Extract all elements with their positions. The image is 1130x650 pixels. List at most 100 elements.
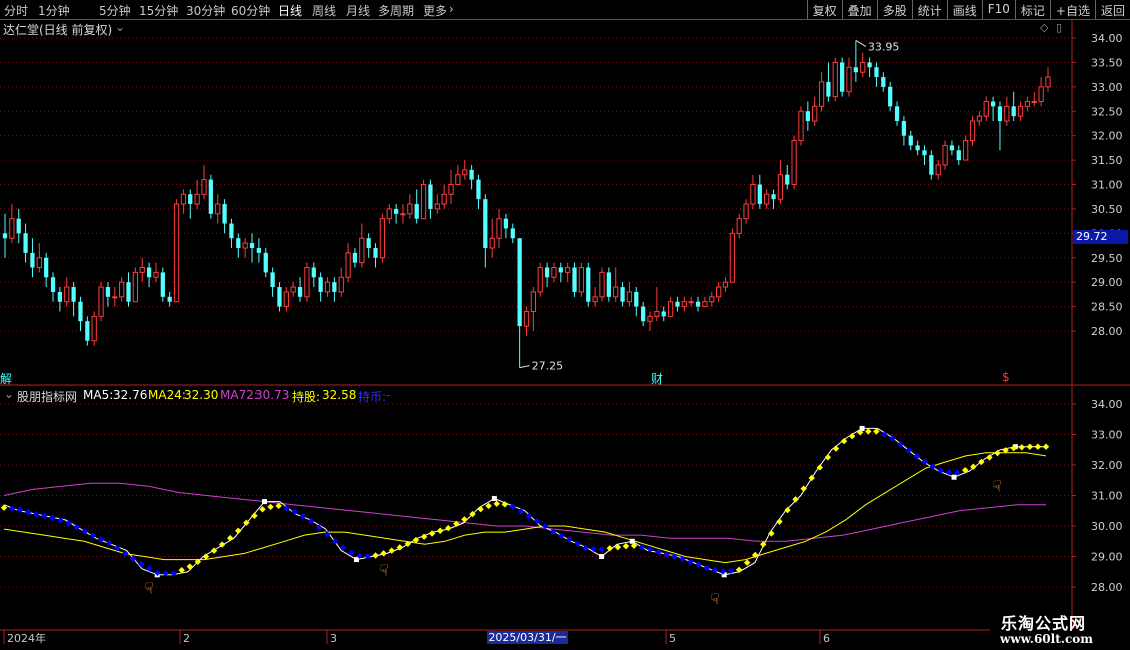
candle	[681, 296, 687, 312]
tab-15min[interactable]: 15分钟	[139, 2, 178, 19]
candle	[832, 57, 838, 102]
tab-weekly[interactable]: 周线	[312, 2, 336, 19]
sub-y-tick-label: 34.00	[1091, 398, 1123, 411]
candle	[249, 233, 255, 263]
tab-1min[interactable]: 1分钟	[38, 2, 70, 19]
candle-body	[366, 238, 371, 248]
unlock-marker[interactable]: 解	[0, 370, 12, 387]
candle-body	[785, 174, 790, 185]
ma5-pivot-marker	[262, 499, 267, 505]
back-button[interactable]: 返回	[1094, 0, 1130, 19]
signal-dot	[808, 474, 815, 482]
signal-dot	[695, 561, 702, 568]
mark-button[interactable]: 标记	[1014, 0, 1050, 19]
candle	[606, 267, 611, 302]
signal-dot	[49, 514, 56, 521]
candle-body	[661, 311, 666, 317]
candle	[874, 62, 879, 87]
dividend-marker[interactable]: $	[1002, 370, 1010, 384]
tab-daily[interactable]: 日线	[278, 2, 302, 19]
more-arrow-icon[interactable]: ›	[449, 2, 454, 16]
candle-body	[414, 204, 419, 219]
candle-body	[1017, 105, 1024, 117]
candle-body	[441, 193, 447, 205]
tab-more[interactable]: 更多	[423, 2, 447, 19]
candle-body	[126, 282, 131, 302]
candle	[455, 164, 461, 186]
buy-hand-icon[interactable]: ☞	[140, 581, 158, 594]
main-y-tick-label: 34.00	[1091, 32, 1123, 45]
buy-hand-icon[interactable]: ☞	[375, 563, 393, 576]
chevron-down-icon[interactable]: ⌄	[115, 20, 125, 34]
signal-dot	[477, 505, 484, 513]
candle-body	[613, 286, 619, 298]
multi-stock-button[interactable]: 多股	[876, 0, 912, 19]
candle	[661, 306, 666, 322]
signal-dot	[251, 512, 258, 519]
sub-y-tick-label: 30.00	[1091, 520, 1123, 533]
add-watchlist-button[interactable]: +自选	[1049, 0, 1095, 19]
tab-5min[interactable]: 5分钟	[99, 2, 131, 19]
candle-body	[386, 208, 392, 220]
signal-dot	[994, 449, 1001, 457]
candle	[586, 262, 591, 307]
sub-y-tick-label: 32.00	[1091, 459, 1123, 472]
indicator-chevron-icon[interactable]: ⌄	[4, 387, 14, 401]
candle	[201, 164, 207, 200]
candle	[469, 164, 474, 190]
candle	[105, 282, 111, 307]
candle	[1038, 77, 1044, 107]
tab-30min[interactable]: 30分钟	[186, 2, 225, 19]
restore-rights-button[interactable]: 复权	[806, 0, 842, 19]
ma5-line	[3, 427, 1046, 576]
tab-monthly[interactable]: 月线	[346, 2, 370, 19]
kline-chart[interactable]: 34.00 33.50 33.00 32.50 32.00 31.50 31.00 30.50…	[0, 20, 1130, 650]
candle-body	[208, 179, 213, 214]
tab-intraday[interactable]: 分时	[4, 2, 28, 19]
candle	[641, 301, 646, 327]
candle	[544, 262, 550, 288]
main-y-tick-label: 28.50	[1091, 301, 1123, 314]
buy-hand-icon[interactable]: ☞	[988, 479, 1006, 492]
candle	[503, 213, 509, 239]
candle-body	[290, 286, 296, 293]
candle-body	[818, 81, 825, 107]
candle	[771, 189, 776, 209]
candle-body	[359, 237, 365, 264]
candle-body	[586, 267, 591, 302]
grid-toggle-icon[interactable]: ▯	[1056, 21, 1062, 34]
low-pointer	[519, 365, 530, 369]
overlay-button[interactable]: 叠加	[841, 0, 877, 19]
cash-value: -	[386, 388, 391, 402]
main-y-tick-label: 33.00	[1091, 81, 1123, 94]
candle-body	[98, 286, 104, 317]
signal-dot	[97, 536, 105, 543]
buy-hand-icon[interactable]: ☞	[706, 592, 724, 605]
signal-dot	[105, 540, 113, 547]
draw-line-button[interactable]: 画线	[946, 0, 982, 19]
finance-marker[interactable]: 财	[651, 370, 663, 387]
signal-dot	[283, 505, 290, 512]
candle	[483, 194, 488, 268]
candle	[798, 106, 804, 146]
candle	[428, 179, 433, 219]
tab-multi-period[interactable]: 多周期	[378, 2, 414, 19]
candle-body	[1024, 100, 1031, 107]
x-axis-label: 6	[823, 632, 830, 645]
tab-60min[interactable]: 60分钟	[231, 2, 270, 19]
signal-dot	[768, 530, 775, 537]
candle	[126, 272, 131, 307]
candle	[818, 72, 825, 112]
statistics-button[interactable]: 统计	[911, 0, 947, 19]
candle-body	[510, 228, 515, 239]
candle-body	[551, 267, 557, 278]
candle-body	[736, 218, 742, 234]
candle	[173, 199, 180, 303]
candle	[908, 130, 913, 151]
candle-body	[215, 203, 221, 215]
diamond-icon[interactable]: ◇	[1040, 21, 1048, 34]
signal-dot	[65, 520, 72, 527]
f10-button[interactable]: F10	[981, 0, 1015, 19]
candle	[743, 199, 749, 224]
candle	[613, 267, 619, 302]
